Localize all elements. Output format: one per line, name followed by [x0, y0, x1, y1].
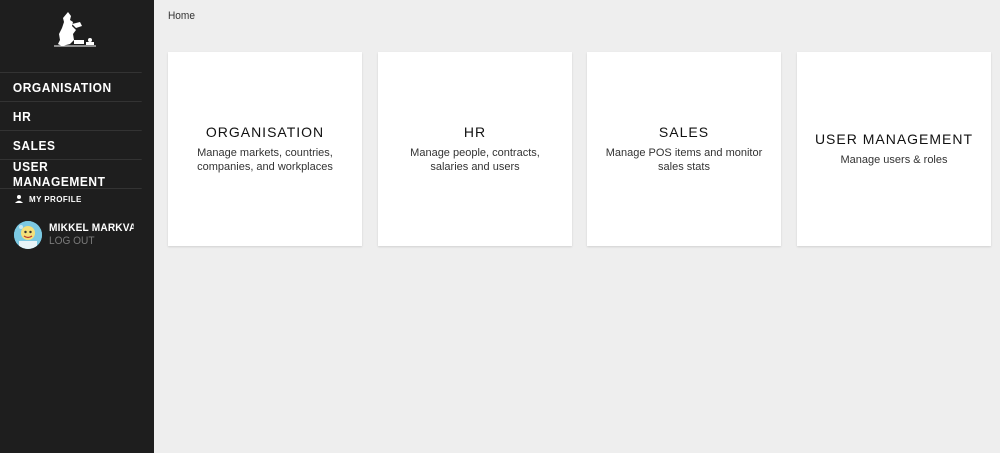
- card-description: Manage people, contracts, salaries and u…: [410, 147, 540, 173]
- card-description: Manage users & roles: [840, 154, 948, 166]
- card-title: ORGANISATION: [205, 124, 325, 140]
- card-organisation[interactable]: ORGANISATION Manage markets, countries, …: [168, 52, 362, 246]
- avatar[interactable]: [14, 221, 42, 249]
- card-content: HR Manage people, contracts, salaries an…: [378, 124, 572, 174]
- card-title: USER MANAGEMENT: [814, 131, 974, 147]
- breadcrumb[interactable]: Home: [168, 10, 195, 22]
- sidebar-item-organisation[interactable]: ORGANISATION: [0, 72, 142, 101]
- card-hr[interactable]: HR Manage people, contracts, salaries an…: [378, 52, 572, 246]
- card-user-management[interactable]: USER MANAGEMENT Manage users & roles: [797, 52, 991, 246]
- user-block: MIKKEL MARKVARD.. LOG OUT: [14, 221, 141, 249]
- sidebar-nav: ORGANISATION HR SALES USER MANAGEMENT: [0, 72, 154, 189]
- user-name: MIKKEL MARKVARD..: [49, 222, 134, 234]
- my-profile-label: MY PROFILE: [29, 194, 82, 204]
- sidebar-item-label: ORGANISATION: [12, 79, 112, 95]
- card-title: HR: [463, 124, 487, 140]
- sidebar: ORGANISATION HR SALES USER MANAGEMENT MY…: [0, 0, 154, 453]
- sidebar-item-hr[interactable]: HR: [0, 101, 142, 130]
- card-content: USER MANAGEMENT Manage users & roles: [797, 131, 991, 167]
- card-content: SALES Manage POS items and monitor sales…: [587, 124, 781, 174]
- person-icon: [14, 194, 24, 204]
- sidebar-item-user-management[interactable]: USER MANAGEMENT: [0, 159, 142, 189]
- logout-link[interactable]: LOG OUT: [49, 235, 134, 247]
- sidebar-item-label: USER MANAGEMENT: [12, 159, 106, 189]
- card-description: Manage POS items and monitor sales stats: [605, 147, 763, 173]
- my-profile-link[interactable]: MY PROFILE: [14, 194, 82, 204]
- card-content: ORGANISATION Manage markets, countries, …: [168, 124, 362, 174]
- card-sales[interactable]: SALES Manage POS items and monitor sales…: [587, 52, 781, 246]
- app: ORGANISATION HR SALES USER MANAGEMENT MY…: [0, 0, 1000, 453]
- sidebar-item-label: HR: [12, 108, 32, 124]
- user-text: MIKKEL MARKVARD.. LOG OUT: [49, 222, 141, 247]
- silhouette-logo-icon[interactable]: [50, 10, 100, 52]
- sidebar-item-label: SALES: [12, 137, 56, 153]
- card-title: SALES: [658, 124, 710, 140]
- card-description: Manage markets, countries, companies, an…: [197, 147, 333, 173]
- sidebar-item-sales[interactable]: SALES: [0, 130, 142, 159]
